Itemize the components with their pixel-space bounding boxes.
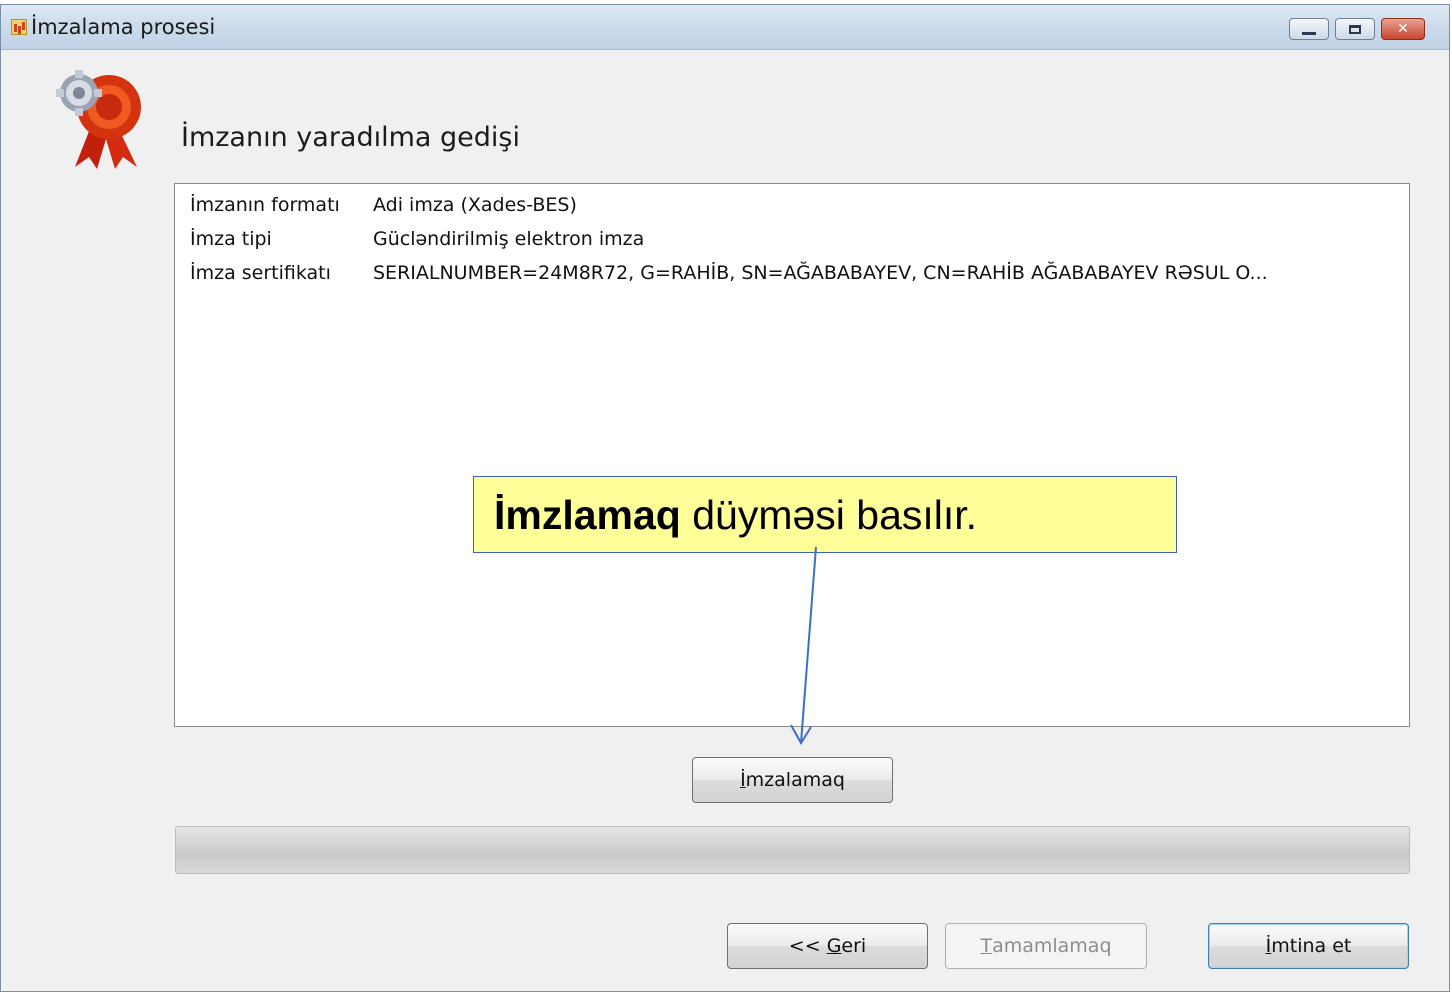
cancel-button-label: mtina et <box>1271 935 1352 957</box>
maximize-button[interactable] <box>1335 18 1375 40</box>
minimize-button[interactable] <box>1289 18 1329 40</box>
minimize-icon <box>1302 31 1316 35</box>
instruction-callout: İmzlamaq düyməsi basılır. <box>473 476 1177 553</box>
detail-value: SERIALNUMBER=24M8R72, G=RAHİB, SN=AĞABAB… <box>373 262 1268 284</box>
finish-button-mnemonic: T <box>980 935 993 957</box>
app-icon <box>11 19 27 35</box>
signing-progress-bar <box>175 826 1410 874</box>
page-title: İmzanın yaradılma gedişi <box>181 122 520 153</box>
finish-button-label: amamlamaq <box>992 935 1112 957</box>
sign-button-label: mzalamaq <box>745 769 845 791</box>
callout-text: düyməsi basılır. <box>680 492 978 538</box>
detail-value: Adi imza (Xades-BES) <box>373 194 577 216</box>
back-button-mnemonic: G <box>826 935 842 957</box>
callout-bold-text: İmzlamaq <box>494 492 681 538</box>
window-title: İmzalama prosesi <box>31 15 216 39</box>
close-button[interactable]: ✕ <box>1381 18 1425 40</box>
detail-key: İmza sertifikatı <box>190 262 331 284</box>
callout-arrow-icon <box>790 546 817 745</box>
title-bar[interactable]: İmzalama prosesi ✕ <box>1 5 1449 50</box>
signing-dialog: İmzalama prosesi ✕ İmzanın yaradılma ged… <box>0 4 1450 992</box>
back-button-label: eri <box>841 935 867 957</box>
sign-button[interactable]: İmzalamaq <box>692 757 893 803</box>
detail-key: İmzanın formatı <box>190 194 340 216</box>
certificate-gear-ribbon-icon <box>56 70 141 169</box>
detail-key: İmza tipi <box>190 228 272 250</box>
back-button-prefix: << <box>788 935 827 957</box>
finish-button[interactable]: Tamamlamaq <box>945 923 1147 969</box>
detail-value: Gücləndirilmiş elektron imza <box>373 228 645 250</box>
maximize-icon <box>1349 24 1361 34</box>
cancel-button[interactable]: İmtina et <box>1208 923 1409 969</box>
back-button[interactable]: << Geri <box>727 923 928 969</box>
close-icon: ✕ <box>1397 21 1409 37</box>
